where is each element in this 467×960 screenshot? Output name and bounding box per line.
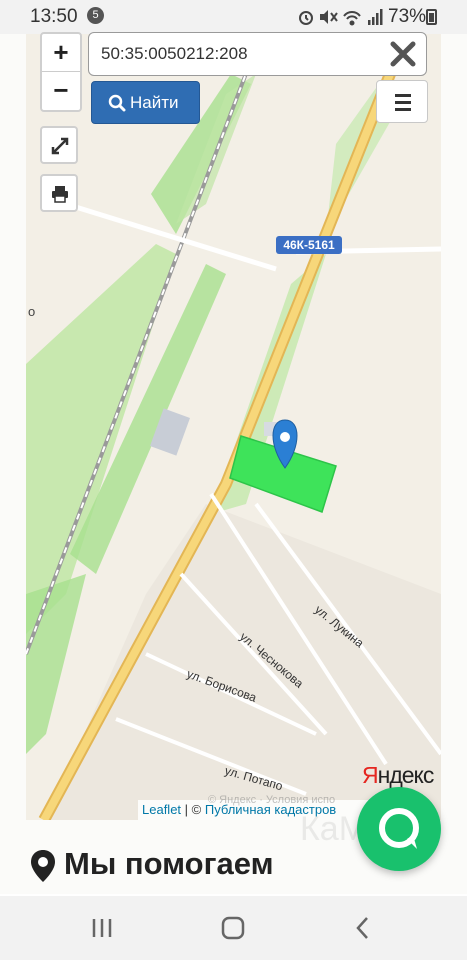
yandex-logo-first-letter: Я [362,762,379,788]
recent-apps-icon[interactable] [88,914,118,942]
attribution-separator: | © [181,802,205,817]
print-button[interactable] [40,174,78,212]
road-shield-label: 46К-5161 [283,238,335,252]
alarm-icon [299,11,313,25]
partial-place-label: о [28,304,35,319]
heading-text: Мы помогаем [64,846,274,881]
hamburger-icon-line [395,108,411,111]
chat-button[interactable] [357,787,441,871]
map-pin-icon [31,849,55,882]
map-view[interactable]: 46К-5161 ул. Лукина ул. Чеснокова ул. Бо… [26,34,441,820]
notification-count-badge: 5 [87,7,104,24]
search-icon [108,94,126,112]
yandex-logo: Яндекс [362,762,435,789]
printer-icon [52,186,68,203]
fullscreen-button[interactable] [40,126,78,164]
status-bar: 13:50 5 73% [0,0,467,34]
search-input[interactable] [101,42,381,66]
expand-icon [51,137,69,155]
find-button-label: Найти [130,93,179,112]
chat-bubble-icon [379,808,419,849]
cadastral-search-box [88,32,427,76]
battery-icon [426,9,437,25]
zoom-out-button[interactable]: − [42,72,80,110]
wifi-icon [343,11,361,26]
zoom-control: + − [40,32,82,112]
menu-button[interactable] [376,80,428,123]
hamburger-icon-line [395,101,411,104]
signal-icon [368,9,383,25]
hamburger-icon [395,94,411,97]
clock: 13:50 [30,6,78,27]
home-icon[interactable] [218,914,248,942]
map-tiles: 46К-5161 ул. Лукина ул. Чеснокова ул. Бо… [26,34,441,820]
status-icons [299,9,383,26]
yandex-logo-rest: ндекс [377,762,435,788]
zoom-in-button[interactable]: + [42,34,80,72]
back-icon[interactable] [348,914,378,942]
close-icon[interactable] [388,39,418,69]
yandex-terms-faint: © Яндекс · Условия испо [208,794,336,806]
battery-percent: 73% [388,6,427,27]
leaflet-link[interactable]: Leaflet [142,802,181,817]
section-heading: Мы помогаем [30,846,274,883]
mute-icon [320,10,338,24]
android-navigation-bar [0,896,467,960]
find-button[interactable]: Найти [91,81,200,124]
